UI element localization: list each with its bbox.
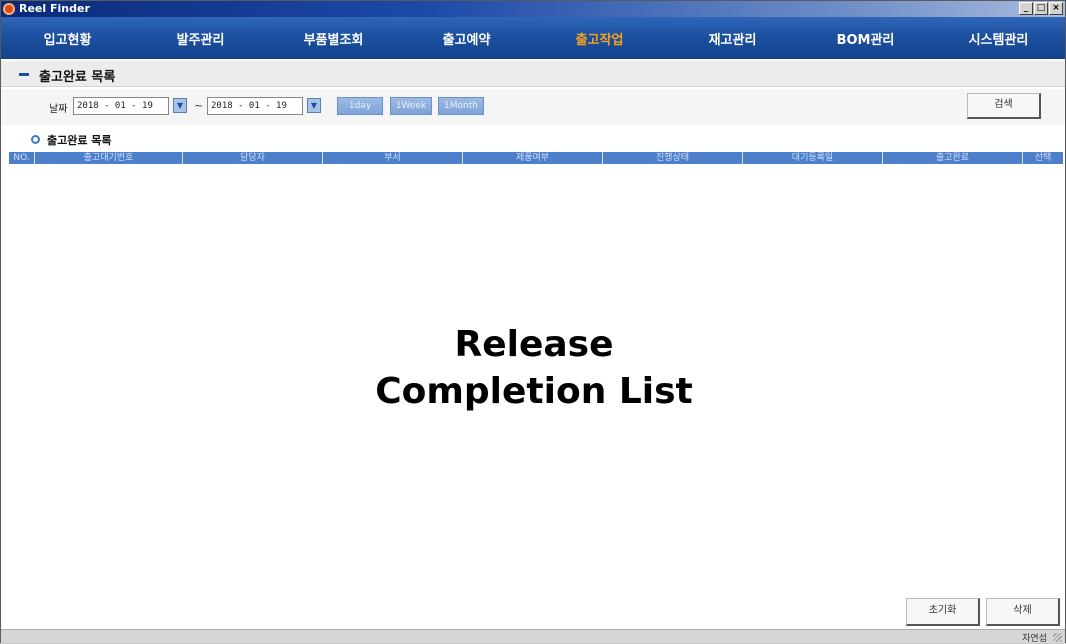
range-1week-button[interactable]: 1Week [390,97,432,115]
column-header-department[interactable]: 부서 [323,152,463,164]
range-1month-button[interactable]: 1Month [438,97,484,115]
overlay-caption: Release Completion List [1,321,1066,415]
column-header-register-date[interactable]: 대기등록일 [743,152,883,164]
column-header-wait-number[interactable]: 출고대기번호 [35,152,183,164]
column-header-manager[interactable]: 담당자 [183,152,323,164]
list-title-row: 출고완료 목록 [1,125,1065,151]
menu-order-management[interactable]: 발주관리 [134,29,267,48]
close-button[interactable]: × [1049,2,1063,15]
maximize-button[interactable]: □ [1034,2,1048,15]
minus-icon[interactable] [19,73,29,76]
column-header-select[interactable]: 선택 [1023,152,1063,164]
reel-finder-logo-icon [3,3,15,15]
menu-part-lookup[interactable]: 부품별조회 [267,29,400,48]
column-header-release-complete[interactable]: 출고완료 [883,152,1023,164]
status-bar: 자연섭 [1,629,1065,644]
date-separator: ~ [194,99,204,112]
column-header-no[interactable]: NO. [9,152,35,164]
filter-row: 날짜 2018 - 01 - 19 ▼ ~ 2018 - 01 - 19 ▼ 1… [1,89,1065,125]
chevron-down-icon[interactable]: ▼ [173,98,187,113]
menu-bom-management[interactable]: BOM관리 [799,29,932,48]
minimize-button[interactable]: _ [1019,2,1033,15]
menu-system-management[interactable]: 시스템관리 [932,29,1065,48]
date-to-input[interactable]: 2018 - 01 - 19 [207,97,303,115]
chevron-down-icon[interactable]: ▼ [307,98,321,113]
circle-icon [31,135,40,144]
app-window: Reel Finder _ □ × 입고현황 발주관리 부품별조회 출고예약 출… [0,0,1066,644]
table-header: NO. 출고대기번호 담당자 부서 제품여부 진행상태 대기등록일 출고완료 선… [9,152,1063,164]
main-menu: 입고현황 발주관리 부품별조회 출고예약 출고작업 재고관리 BOM관리 시스템… [1,17,1065,59]
window-title: Reel Finder [19,2,90,15]
menu-inventory-management[interactable]: 재고관리 [666,29,799,48]
menu-receiving-status[interactable]: 입고현황 [1,29,134,48]
search-button[interactable]: 검색 [967,93,1041,119]
overlay-line-1: Release [454,324,614,365]
status-user: 자연섭 [1022,634,1047,644]
reset-button[interactable]: 초기화 [906,598,980,626]
range-1day-button[interactable]: 1day [337,97,383,115]
section-header: 출고완료 목록 [1,61,1065,87]
menu-release-work[interactable]: 출고작업 [533,29,666,48]
column-header-product[interactable]: 제품여부 [463,152,603,164]
menu-release-reservation[interactable]: 출고예약 [400,29,533,48]
column-header-progress[interactable]: 진행상태 [603,152,743,164]
date-label: 날짜 [49,104,68,115]
section-title: 출고완료 목록 [39,70,116,85]
title-bar[interactable]: Reel Finder _ □ × [1,1,1065,17]
list-title: 출고완료 목록 [47,134,112,147]
window-controls: _ □ × [1019,2,1063,15]
delete-button[interactable]: 삭제 [986,598,1060,626]
resize-grip-icon[interactable] [1053,633,1062,642]
date-from-input[interactable]: 2018 - 01 - 19 [73,97,169,115]
overlay-line-2: Completion List [375,371,693,412]
